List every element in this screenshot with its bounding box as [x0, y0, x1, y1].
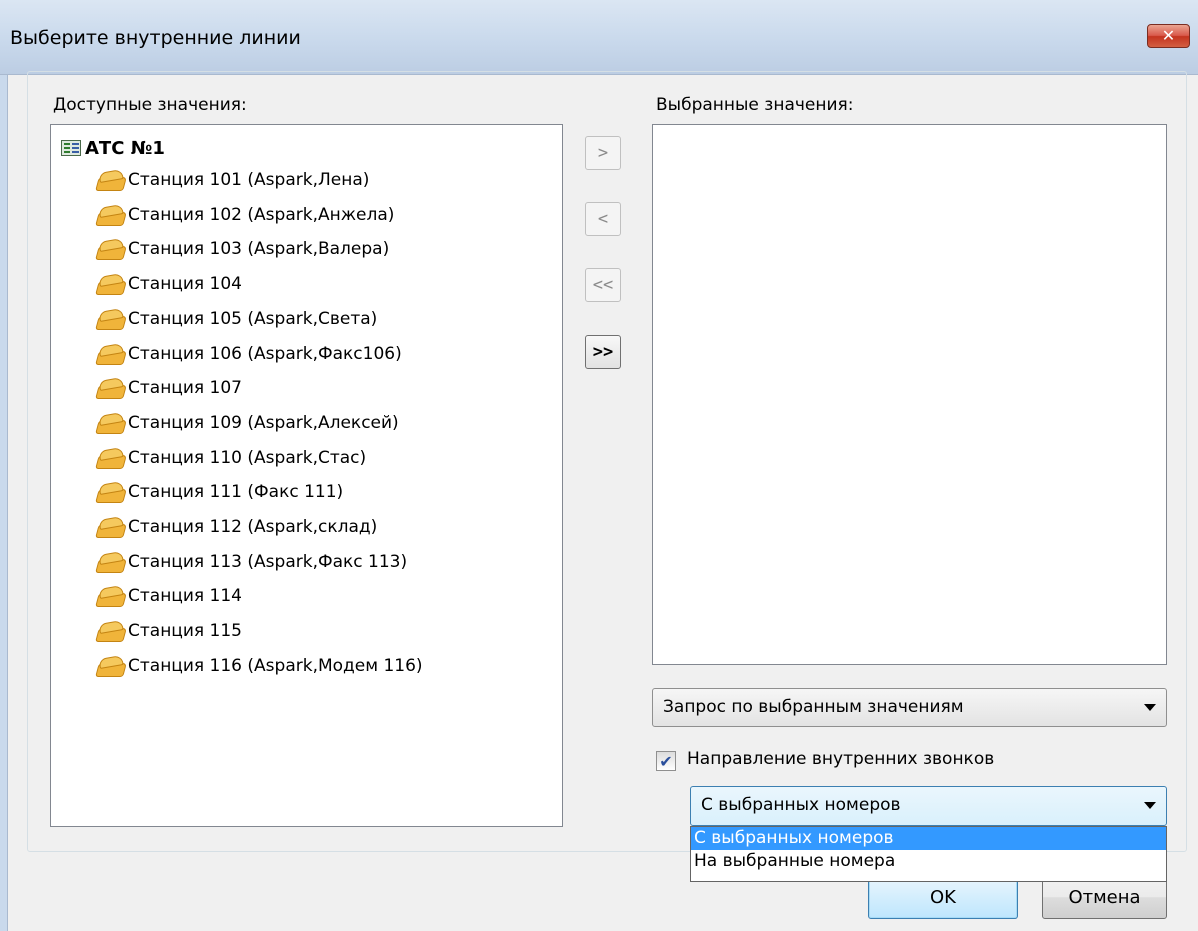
tree-item-label: Станция 101 (Aspark,Лена): [128, 170, 370, 190]
tree-root-label: АТС №1: [85, 137, 165, 159]
phone-icon: [95, 239, 125, 259]
available-label: Доступные значения:: [53, 95, 247, 115]
phone-icon: [95, 656, 125, 676]
tree-item-label: Станция 105 (Aspark,Света): [128, 308, 378, 329]
tree-item-label: Станция 102 (Aspark,Анжела): [128, 204, 395, 225]
phone-icon: [95, 482, 125, 502]
title-bar: Выберите внутренние линии ✕: [0, 0, 1198, 75]
tree-item-label: Станция 113 (Aspark,Факс 113): [128, 551, 408, 572]
phone-icon: [95, 205, 125, 225]
tree-root-node[interactable]: АТС №1: [61, 135, 165, 161]
tree-item[interactable]: Станция 104: [95, 269, 242, 299]
tree-item[interactable]: Станция 111 (Факс 111): [95, 477, 343, 507]
tree-item[interactable]: Станция 110 (Aspark,Стас): [95, 443, 366, 473]
phone-icon: [95, 274, 125, 294]
window-title: Выберите внутренние линии: [10, 27, 301, 49]
remove-all-button[interactable]: <<: [585, 268, 621, 302]
tree-item[interactable]: Станция 105 (Aspark,Света): [95, 304, 377, 334]
phone-icon: [95, 552, 125, 572]
close-icon: ✕: [1161, 26, 1176, 45]
add-all-button[interactable]: >>: [585, 335, 621, 369]
tree-item[interactable]: Станция 103 (Aspark,Валера): [95, 234, 389, 264]
direction-combo-value: С выбранных номеров: [701, 795, 901, 815]
phone-icon: [95, 448, 125, 468]
tree-item[interactable]: Станция 109 (Aspark,Алексей): [95, 408, 399, 438]
phone-icon: [95, 344, 125, 364]
tree-item[interactable]: Станция 106 (Aspark,Факс106): [95, 339, 402, 369]
direction-checkbox[interactable]: ✔: [656, 751, 676, 771]
query-combo-value: Запрос по выбранным значениям: [663, 697, 964, 717]
tree-item[interactable]: Станция 115: [95, 616, 242, 646]
window-frame: [0, 75, 8, 931]
tree-item-label: Станция 110 (Aspark,Стас): [128, 447, 367, 468]
tree-item[interactable]: Станция 102 (Aspark,Анжела): [95, 200, 394, 230]
tree-item-label: Станция 116 (Aspark,Модем 116): [128, 655, 423, 676]
selected-list[interactable]: [652, 124, 1167, 665]
tree-item-label: Станция 112 (Aspark,склад): [128, 517, 378, 537]
query-combo[interactable]: Запрос по выбранным значениям: [652, 688, 1167, 727]
tree-item[interactable]: Станция 107: [95, 373, 242, 403]
dropdown-option[interactable]: На выбранные номера: [691, 850, 1166, 873]
phone-icon: [95, 378, 125, 398]
chevron-down-icon: [1144, 704, 1156, 711]
selected-label: Выбранные значения:: [656, 95, 854, 115]
tree-item-label: Станция 109 (Aspark,Алексей): [128, 412, 399, 433]
direction-dropdown-list[interactable]: С выбранных номеров На выбранные номера: [690, 826, 1167, 882]
direction-checkbox-label[interactable]: Направление внутренних звонков: [687, 749, 994, 769]
close-button[interactable]: ✕: [1147, 24, 1190, 48]
phone-icon: [95, 621, 125, 641]
dropdown-option[interactable]: С выбранных номеров: [691, 827, 1166, 850]
tree-item[interactable]: Станция 113 (Aspark,Факс 113): [95, 547, 407, 577]
tree-item-label: Станция 103 (Aspark,Валера): [128, 239, 390, 260]
available-tree[interactable]: АТС №1 Станция 101 (Aspark,Лена) Станция …: [50, 124, 563, 827]
phone-icon: [95, 586, 125, 606]
add-button[interactable]: >: [585, 136, 621, 170]
tree-item-label: Станция 106 (Aspark,Факс106): [128, 343, 402, 364]
exchange-icon: [61, 140, 81, 156]
tree-item-label: Станция 115: [128, 621, 243, 642]
phone-icon: [95, 170, 125, 190]
tree-item[interactable]: Станция 116 (Aspark,Модем 116): [95, 651, 423, 681]
tree-item[interactable]: Станция 101 (Aspark,Лена): [95, 165, 369, 195]
tree-item[interactable]: Станция 114: [95, 581, 242, 611]
tree-item-label: Станция 111 (Факс 111): [128, 482, 344, 503]
tree-item-label: Станция 104: [128, 274, 243, 295]
check-icon: ✔: [659, 751, 673, 771]
remove-button[interactable]: <: [585, 202, 621, 236]
chevron-down-icon: [1144, 802, 1156, 809]
tree-item-label: Станция 114: [128, 586, 243, 607]
direction-combo[interactable]: С выбранных номеров: [690, 786, 1167, 826]
tree-item-label: Станция 107: [128, 378, 243, 399]
tree-item[interactable]: Станция 112 (Aspark,склад): [95, 512, 377, 542]
phone-icon: [95, 413, 125, 433]
phone-icon: [95, 309, 125, 329]
phone-icon: [95, 517, 125, 537]
